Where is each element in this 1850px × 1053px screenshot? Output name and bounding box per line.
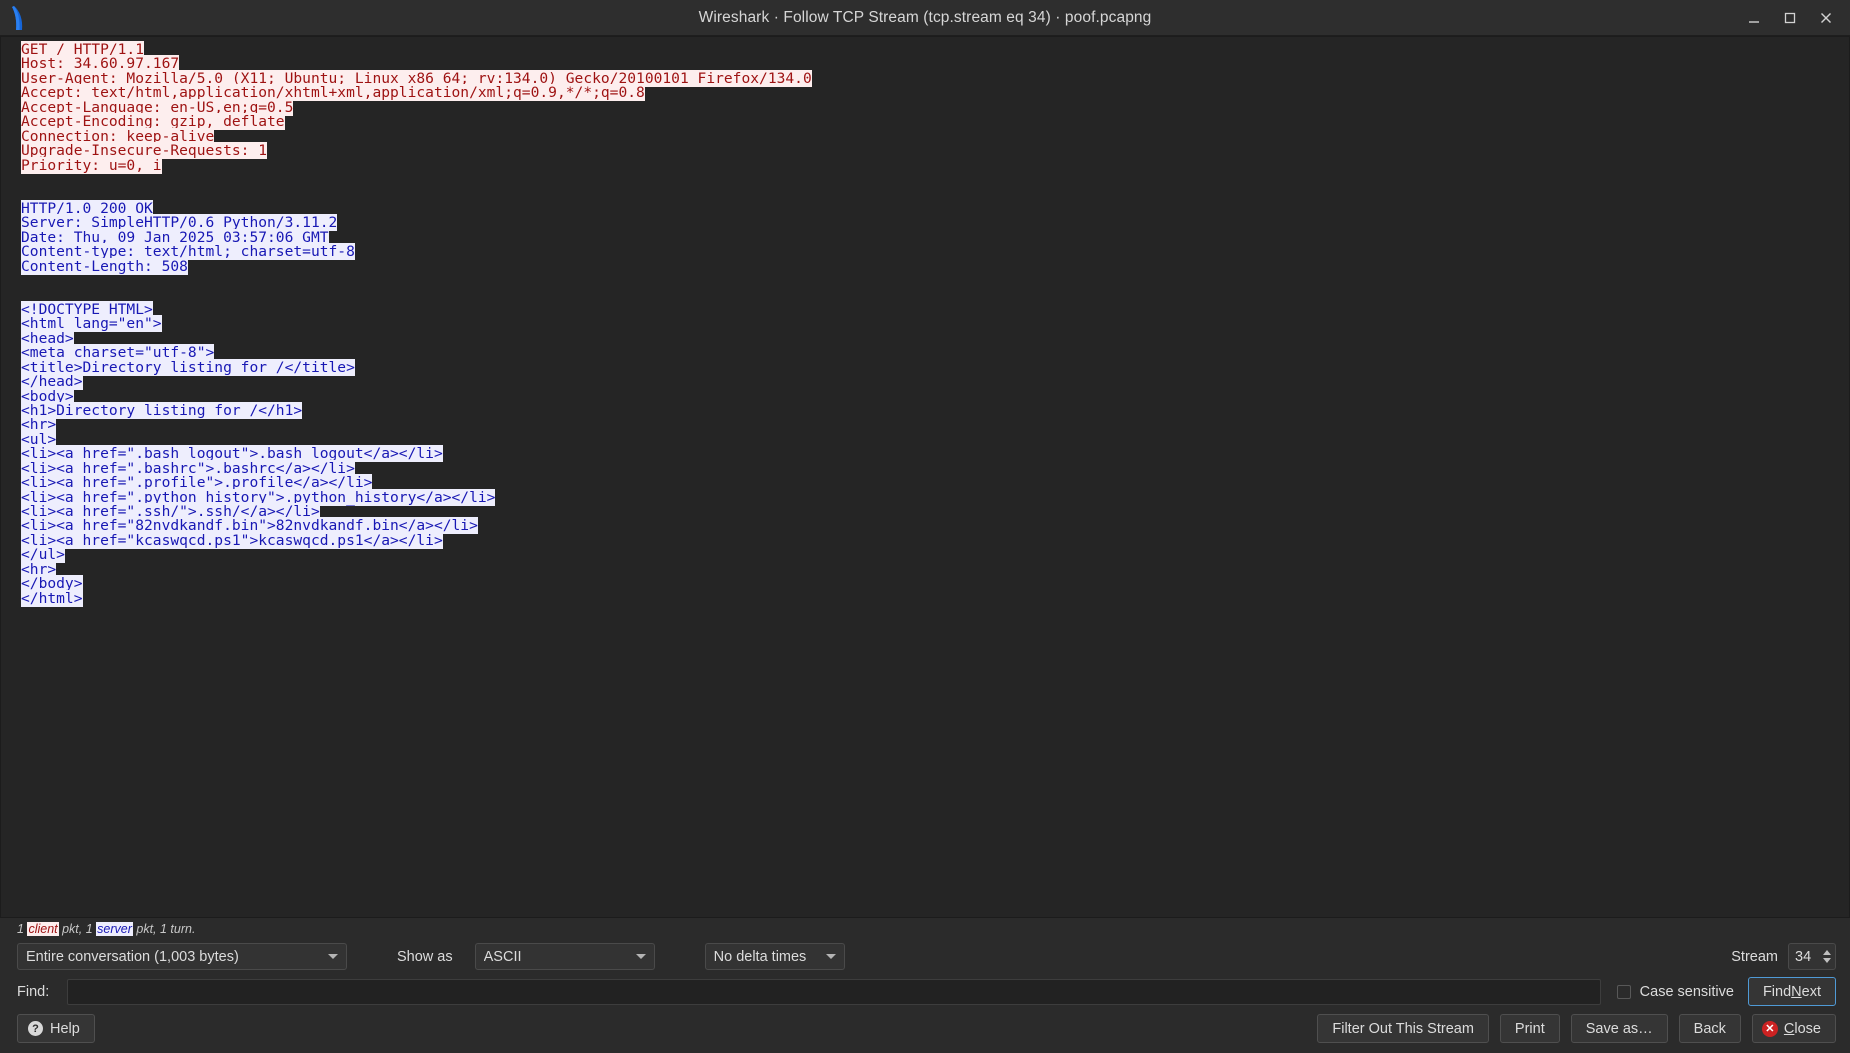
- close-button[interactable]: ✕ Close: [1751, 1014, 1836, 1043]
- stream-label: Stream: [1731, 948, 1778, 965]
- dialog-button-bar: ? Help Filter Out This Stream Print Save…: [0, 1009, 1850, 1053]
- chevron-down-icon: [328, 954, 338, 959]
- stream-number-stepper[interactable]: 34: [1788, 943, 1836, 970]
- wireshark-logo-icon: [8, 4, 42, 32]
- stream-line: <!DOCTYPE HTML>: [21, 300, 1849, 318]
- window-title: Wireshark · Follow TCP Stream (tcp.strea…: [698, 8, 1152, 26]
- stream-line-text-server: </html>: [21, 589, 83, 607]
- find-label: Find:: [17, 983, 50, 1000]
- close-icon[interactable]: [1818, 10, 1834, 26]
- stream-text: GET / HTTP/1.1 Host: 34.60.97.167 User-Age…: [21, 41, 1849, 607]
- delta-times-select-value: No delta times: [713, 948, 807, 965]
- packet-summary-status: 1 client pkt, 1 server pkt, 1 turn.: [0, 918, 1850, 939]
- stream-line-text-server: <h1>Directory listing for /</h1>: [21, 401, 303, 419]
- find-row: Find: Case sensitive Find Next: [0, 974, 1850, 1009]
- window-controls: [1746, 10, 1850, 26]
- show-as-select[interactable]: ASCII: [474, 943, 655, 970]
- back-button[interactable]: Back: [1678, 1014, 1741, 1043]
- stream-line: Upgrade-Insecure-Requests: 1: [21, 142, 1849, 160]
- stream-line: <html lang="en">: [21, 315, 1849, 333]
- stream-line-text-client: Priority: u=0, i: [21, 156, 162, 174]
- stream-number-value: 34: [1795, 948, 1812, 965]
- conversation-select[interactable]: Entire conversation (1,003 bytes): [17, 943, 347, 970]
- find-next-accel: N: [1791, 983, 1802, 1000]
- stream-line: [21, 173, 1849, 187]
- stream-line: [21, 187, 1849, 201]
- stream-line-text-server: <li><a href="kcaswqcd.ps1">kcaswqcd.ps1<…: [21, 531, 443, 549]
- title-bar: Wireshark · Follow TCP Stream (tcp.strea…: [0, 0, 1850, 36]
- stream-line: [21, 274, 1849, 288]
- find-input[interactable]: [67, 978, 1601, 1005]
- status-server-tag: server: [96, 922, 133, 936]
- status-prefix: 1: [17, 922, 28, 936]
- stream-number-group: Stream 34: [1731, 943, 1836, 970]
- status-middle: pkt, 1: [58, 922, 97, 936]
- help-icon: ?: [28, 1021, 43, 1036]
- conversation-select-value: Entire conversation (1,003 bytes): [26, 948, 239, 965]
- find-next-button[interactable]: Find Next: [1747, 977, 1836, 1006]
- help-button[interactable]: ? Help: [17, 1014, 95, 1043]
- case-sensitive-checkbox[interactable]: Case sensitive: [1616, 983, 1734, 1000]
- stream-line: Content-type: text/html; charset=utf-8: [21, 243, 1849, 261]
- stream-line: Accept: text/html,application/xhtml+xml,…: [21, 84, 1849, 102]
- stream-line: [21, 288, 1849, 302]
- chevron-down-icon[interactable]: [1822, 958, 1831, 963]
- stream-line: <hr>: [21, 416, 1849, 434]
- close-accel: C: [1783, 1020, 1795, 1037]
- maximize-icon[interactable]: [1782, 10, 1798, 26]
- stream-line: <head>: [21, 329, 1849, 347]
- follow-tcp-stream-window: Wireshark · Follow TCP Stream (tcp.strea…: [0, 0, 1850, 1053]
- stream-line: <hr>: [21, 560, 1849, 578]
- find-next-label-suffix: ext: [1801, 983, 1821, 1000]
- stream-line: <title>Directory listing for /</title>: [21, 358, 1849, 376]
- stream-line: Accept-Encoding: gzip, deflate: [21, 113, 1849, 131]
- checkbox-box[interactable]: [1616, 984, 1631, 999]
- close-button-label-suffix: lose: [1794, 1020, 1821, 1037]
- help-button-label: Help: [50, 1020, 80, 1037]
- show-as-label: Show as: [397, 948, 453, 965]
- stream-line: Accept-Language: en-US,en;q=0.5: [21, 98, 1849, 116]
- status-client-tag: client: [27, 922, 59, 936]
- stream-line: Priority: u=0, i: [21, 156, 1849, 174]
- save-as-button[interactable]: Save as…: [1570, 1014, 1668, 1043]
- show-as-select-value: ASCII: [483, 948, 522, 965]
- stream-line: Connection: keep-alive: [21, 127, 1849, 145]
- stepper-arrows[interactable]: [1820, 945, 1833, 968]
- case-sensitive-label: Case sensitive: [1639, 983, 1734, 1000]
- stream-line: Content-Length: 508: [21, 257, 1849, 275]
- stream-line: GET / HTTP/1.1: [21, 41, 1849, 58]
- delta-times-select[interactable]: No delta times: [704, 943, 845, 970]
- chevron-down-icon: [825, 954, 836, 959]
- status-suffix: pkt, 1 turn.: [132, 922, 196, 936]
- chevron-down-icon: [635, 954, 646, 959]
- chevron-up-icon[interactable]: [1822, 950, 1831, 955]
- stream-line: </body>: [21, 575, 1849, 593]
- find-next-label-prefix: Find: [1762, 983, 1792, 1000]
- stream-line-text-server: Content-Length: 508: [21, 257, 188, 275]
- minimize-icon[interactable]: [1746, 10, 1762, 26]
- stream-line: </ul>: [21, 546, 1849, 564]
- stream-line: </html>: [21, 589, 1849, 607]
- stream-content-area[interactable]: GET / HTTP/1.1 Host: 34.60.97.167 User-Age…: [0, 36, 1850, 918]
- filter-out-this-stream-button[interactable]: Filter Out This Stream: [1317, 1014, 1489, 1043]
- stream-line: <li><a href="kcaswqcd.ps1">kcaswqcd.ps1<…: [21, 531, 1849, 549]
- print-button[interactable]: Print: [1499, 1014, 1560, 1043]
- close-icon: ✕: [1761, 1020, 1778, 1037]
- stream-line: </head>: [21, 373, 1849, 391]
- stream-line: <h1>Directory listing for /</h1>: [21, 401, 1849, 419]
- stream-controls-row: Entire conversation (1,003 bytes) Show a…: [0, 939, 1850, 974]
- dialog-actions: Filter Out This Stream Print Save as… Ba…: [1317, 1014, 1836, 1043]
